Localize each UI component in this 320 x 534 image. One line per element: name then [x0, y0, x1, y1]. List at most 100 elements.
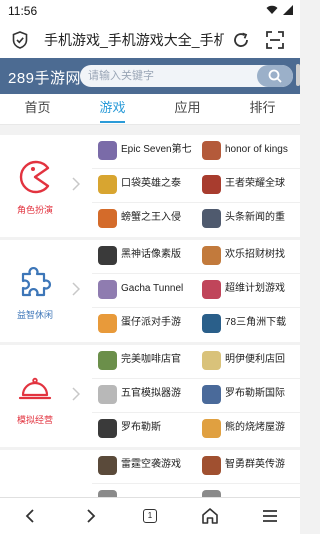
game-thumbnail [202, 209, 221, 228]
category-label: 益智休闲 [16, 310, 53, 320]
page-scrollbar[interactable] [296, 64, 300, 86]
game-grid: Epic Seven第七 honor of kings 口袋英雄之泰 王者荣耀全… [92, 135, 300, 237]
game-item[interactable]: 智勇群英传游 [196, 450, 300, 484]
search-icon [268, 69, 282, 83]
game-thumbnail [202, 351, 221, 370]
game-item[interactable]: 罗布勒斯 [92, 413, 196, 447]
game-item[interactable]: 蛋仔派对手游 [92, 308, 196, 342]
game-grid: 雷霆空袭游戏 智勇群英传游 [92, 450, 300, 497]
category-label: 角色扮演 [16, 205, 53, 215]
game-item[interactable]: 五官模拟器游 [92, 379, 196, 413]
game-name: 雷霆空袭游戏 [121, 459, 181, 470]
game-thumbnail [98, 280, 117, 299]
home-button[interactable] [200, 506, 220, 526]
game-name: honor of kings [225, 144, 288, 155]
game-item[interactable]: 黑神话像素版 [92, 240, 196, 274]
category-label: 模拟经营 [16, 415, 53, 425]
game-thumbnail [98, 314, 117, 333]
status-bar: 11:56 [0, 0, 300, 22]
pacman-icon [19, 160, 50, 194]
search-box[interactable] [80, 65, 293, 87]
game-grid: 黑神话像素版 欢乐招财树找 Gacha Tunnel 超维计划游戏 蛋仔派对手游… [92, 240, 300, 342]
tab-home[interactable]: 首页 [0, 94, 75, 124]
game-thumbnail [202, 141, 221, 160]
url-text[interactable]: 手机游戏_手机游戏大全_手机游戏 [44, 31, 224, 49]
game-item[interactable]: 完美咖啡店官 [92, 345, 196, 379]
game-item[interactable]: 超维计划游戏 [196, 274, 300, 308]
chevron-right-icon [87, 509, 96, 523]
game-thumbnail [98, 209, 117, 228]
scan-icon[interactable] [266, 31, 284, 49]
browser-address-bar[interactable]: 手机游戏_手机游戏大全_手机游戏 [0, 22, 300, 59]
game-name: Gacha Tunnel [121, 283, 184, 294]
game-name: Epic Seven第七 [121, 144, 192, 155]
game-thumbnail [202, 385, 221, 404]
game-thumbnail [202, 419, 221, 438]
game-item[interactable]: Epic Seven第七 [92, 135, 196, 169]
game-name: 智勇群英传游 [225, 459, 285, 470]
game-thumbnail [202, 175, 221, 194]
menu-button[interactable] [260, 506, 280, 526]
game-item[interactable]: Gacha Tunnel [92, 274, 196, 308]
game-thumbnail [202, 490, 221, 497]
game-item[interactable]: 78三角洲下载 [196, 308, 300, 342]
game-name: 黑神话像素版 [121, 249, 181, 260]
chevron-right-icon [72, 177, 80, 191]
game-name: 超维计划游戏 [225, 283, 285, 294]
chevron-right-icon [72, 387, 80, 401]
game-item[interactable] [92, 484, 196, 497]
game-thumbnail [202, 246, 221, 265]
category-section: 益智休闲 黑神话像素版 欢乐招财树找 Gacha Tunnel 超维计划游戏 蛋… [0, 240, 300, 342]
category-header[interactable]: 益智休闲 [0, 240, 70, 342]
game-item[interactable]: 熊的烧烤屋游 [196, 413, 300, 447]
tabs-button[interactable]: 1 [143, 509, 163, 529]
game-item[interactable]: 螃蟹之王入侵 [92, 203, 196, 237]
game-name: 螃蟹之王入侵 [121, 212, 181, 223]
game-name: 罗布勒斯国际 [225, 388, 285, 399]
game-item[interactable]: 头条新闻的重 [196, 203, 300, 237]
game-thumbnail [202, 280, 221, 299]
game-name: 蛋仔派对手游 [121, 317, 181, 328]
game-item[interactable] [196, 484, 300, 497]
game-item[interactable]: 明伊便利店回 [196, 345, 300, 379]
game-thumbnail [98, 175, 117, 194]
status-time: 11:56 [8, 4, 38, 18]
search-button[interactable] [257, 65, 293, 87]
tab-games[interactable]: 游戏 [75, 94, 150, 124]
game-item[interactable]: 王者荣耀全球 [196, 169, 300, 203]
game-thumbnail [98, 490, 117, 497]
game-item[interactable]: honor of kings [196, 135, 300, 169]
game-item[interactable]: 欢乐招财树找 [196, 240, 300, 274]
category-header[interactable] [0, 450, 70, 497]
partial-category-icon [17, 474, 53, 497]
browser-toolbar: 1 [0, 497, 300, 534]
search-input[interactable] [88, 65, 248, 87]
status-icons [266, 5, 294, 15]
home-icon [202, 508, 218, 524]
game-item[interactable]: 口袋英雄之泰 [92, 169, 196, 203]
shield-icon [12, 31, 28, 49]
game-name: 欢乐招财树找 [225, 249, 285, 260]
reload-icon[interactable] [232, 31, 250, 49]
tab-ranking[interactable]: 排行 [225, 94, 300, 124]
back-button[interactable] [21, 506, 41, 526]
game-name: 口袋英雄之泰 [121, 178, 181, 189]
battery-icon [283, 5, 293, 15]
game-name: 完美咖啡店官 [121, 354, 181, 365]
category-header[interactable]: 角色扮演 [0, 135, 70, 237]
site-logo[interactable]: 289手游网 [8, 67, 81, 88]
game-thumbnail [98, 419, 117, 438]
game-item[interactable]: 雷霆空袭游戏 [92, 450, 196, 484]
forward-button[interactable] [80, 506, 100, 526]
tab-apps[interactable]: 应用 [150, 94, 225, 124]
category-section: 模拟经营 完美咖啡店官 明伊便利店回 五官模拟器游 罗布勒斯国际 罗布勒斯 熊的… [0, 345, 300, 447]
game-thumbnail [98, 385, 117, 404]
game-name: 罗布勒斯 [121, 422, 161, 433]
category-header[interactable]: 模拟经营 [0, 345, 70, 447]
game-name: 78三角洲下载 [225, 317, 287, 328]
category-section: 雷霆空袭游戏 智勇群英传游 [0, 450, 300, 497]
game-name: 五官模拟器游 [121, 388, 181, 399]
game-thumbnail [98, 351, 117, 370]
nav-tabs: 首页 游戏 应用 排行 [0, 94, 300, 125]
game-item[interactable]: 罗布勒斯国际 [196, 379, 300, 413]
